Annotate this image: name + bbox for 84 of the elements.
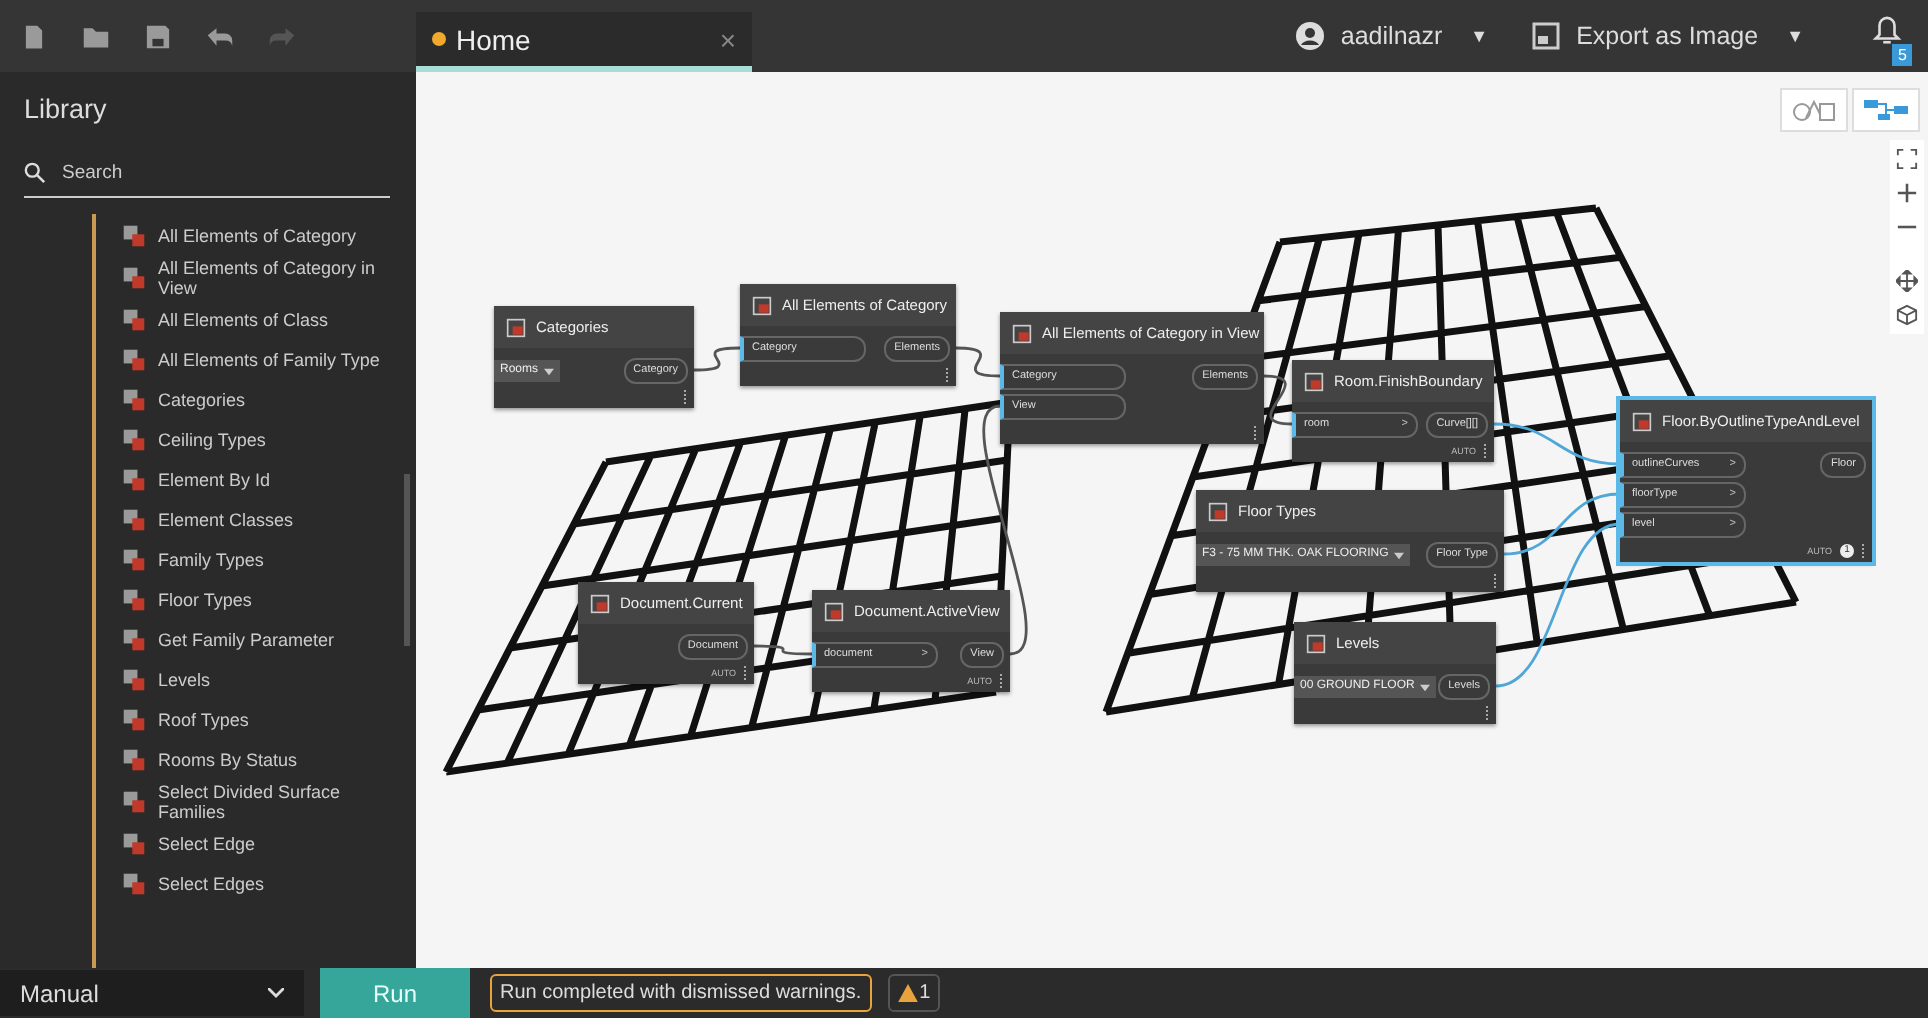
zoom-in-icon[interactable] [1896, 182, 1918, 204]
notification-count: 5 [1892, 44, 1913, 66]
close-tab-button[interactable]: × [719, 23, 736, 55]
new-file-icon[interactable] [20, 23, 48, 49]
unsaved-dot-icon [432, 32, 446, 46]
node-type-icon [122, 508, 146, 532]
library-item[interactable]: Select Edge [158, 834, 382, 854]
node-type-icon [122, 872, 146, 896]
export-as-image-button[interactable]: Export as Image [1576, 22, 1759, 50]
node-type-icon [122, 428, 146, 452]
node-icon [1304, 371, 1324, 391]
library-item[interactable]: All Elements of Family Type [158, 350, 382, 370]
library-item[interactable]: Select Edges [158, 874, 382, 894]
wire[interactable] [1493, 422, 1621, 466]
pan-icon[interactable] [1896, 270, 1918, 292]
wire[interactable] [1503, 492, 1621, 556]
node-type-icon [122, 348, 146, 372]
caret-icon [1394, 551, 1405, 559]
wire[interactable] [754, 644, 812, 656]
tab-label[interactable]: Home [456, 23, 531, 55]
node-icon [590, 593, 610, 613]
node-type-icon [122, 266, 146, 290]
run-mode-dropdown[interactable]: Manual [0, 970, 304, 1016]
user-menu-caret[interactable]: ▼ [1470, 26, 1489, 46]
node-type-icon [122, 224, 146, 248]
library-item[interactable]: Floor Types [158, 590, 382, 610]
wire[interactable] [693, 346, 741, 372]
node-type-icon [122, 388, 146, 412]
library-item[interactable]: Get Family Parameter [158, 630, 382, 650]
zoom-to-fit-icon[interactable] [1896, 148, 1918, 170]
library-item[interactable]: Ceiling Types [158, 430, 382, 450]
search-field[interactable]: Search [62, 161, 342, 183]
wire[interactable] [955, 346, 1001, 378]
node-type-icon [122, 548, 146, 572]
node-type-icon [122, 468, 146, 492]
library-item[interactable]: Element By Id [158, 470, 382, 490]
warning-icon [897, 984, 918, 1002]
library-item[interactable]: Categories [158, 390, 382, 410]
scrollbar-thumb[interactable] [404, 474, 410, 646]
library-item[interactable]: All Elements of Class [158, 310, 382, 330]
library-item[interactable]: All Elements of Category [158, 226, 382, 246]
search-icon [24, 161, 46, 183]
run-status-message: Run completed with dismissed warnings. [490, 974, 872, 1012]
library-item[interactable]: Family Types [158, 550, 382, 570]
node-icon [824, 601, 844, 621]
library-item[interactable]: Rooms By Status [158, 750, 382, 770]
node-type-icon [122, 748, 146, 772]
graph-view-icon[interactable] [1852, 88, 1920, 132]
node-type-icon [122, 708, 146, 732]
wire[interactable] [1495, 522, 1621, 688]
image-icon [1532, 22, 1561, 50]
node-icon [1306, 633, 1326, 653]
node-icon [752, 295, 772, 315]
node-type-icon [122, 668, 146, 692]
home-tab[interactable]: Home × [416, 12, 752, 72]
undo-icon[interactable] [206, 23, 234, 49]
library-item[interactable]: Roof Types [158, 710, 382, 730]
caret-icon [544, 367, 555, 375]
save-icon[interactable] [144, 23, 172, 49]
node-type-icon [122, 790, 146, 814]
export-menu-caret[interactable]: ▼ [1786, 26, 1804, 46]
node-icon [506, 317, 526, 337]
node-type-icon [122, 308, 146, 332]
library-item[interactable]: Levels [158, 670, 382, 690]
node-icon [1632, 411, 1652, 431]
library-item[interactable]: Element Classes [158, 510, 382, 530]
user-name[interactable]: aadilnazr [1340, 22, 1443, 50]
node-icon [1012, 323, 1032, 343]
notification-bell-icon[interactable] [1872, 16, 1902, 46]
library-item[interactable]: Select Divided Surface Families [158, 782, 382, 822]
warning-count-button[interactable]: 1 [887, 974, 941, 1012]
caret-icon [1420, 683, 1431, 691]
wire[interactable] [1263, 374, 1293, 426]
node-type-icon [122, 628, 146, 652]
library-title: Library [22, 92, 109, 124]
caret-icon [268, 988, 284, 998]
node-type-icon [122, 588, 146, 612]
node-icon [1208, 501, 1228, 521]
library-item[interactable]: All Elements of Category in View [158, 258, 382, 298]
geometry-view-icon[interactable] [1780, 88, 1848, 132]
user-avatar-icon [1296, 22, 1325, 50]
cube-icon[interactable] [1896, 304, 1918, 326]
folder-icon[interactable] [82, 23, 110, 49]
node-type-icon [122, 832, 146, 856]
